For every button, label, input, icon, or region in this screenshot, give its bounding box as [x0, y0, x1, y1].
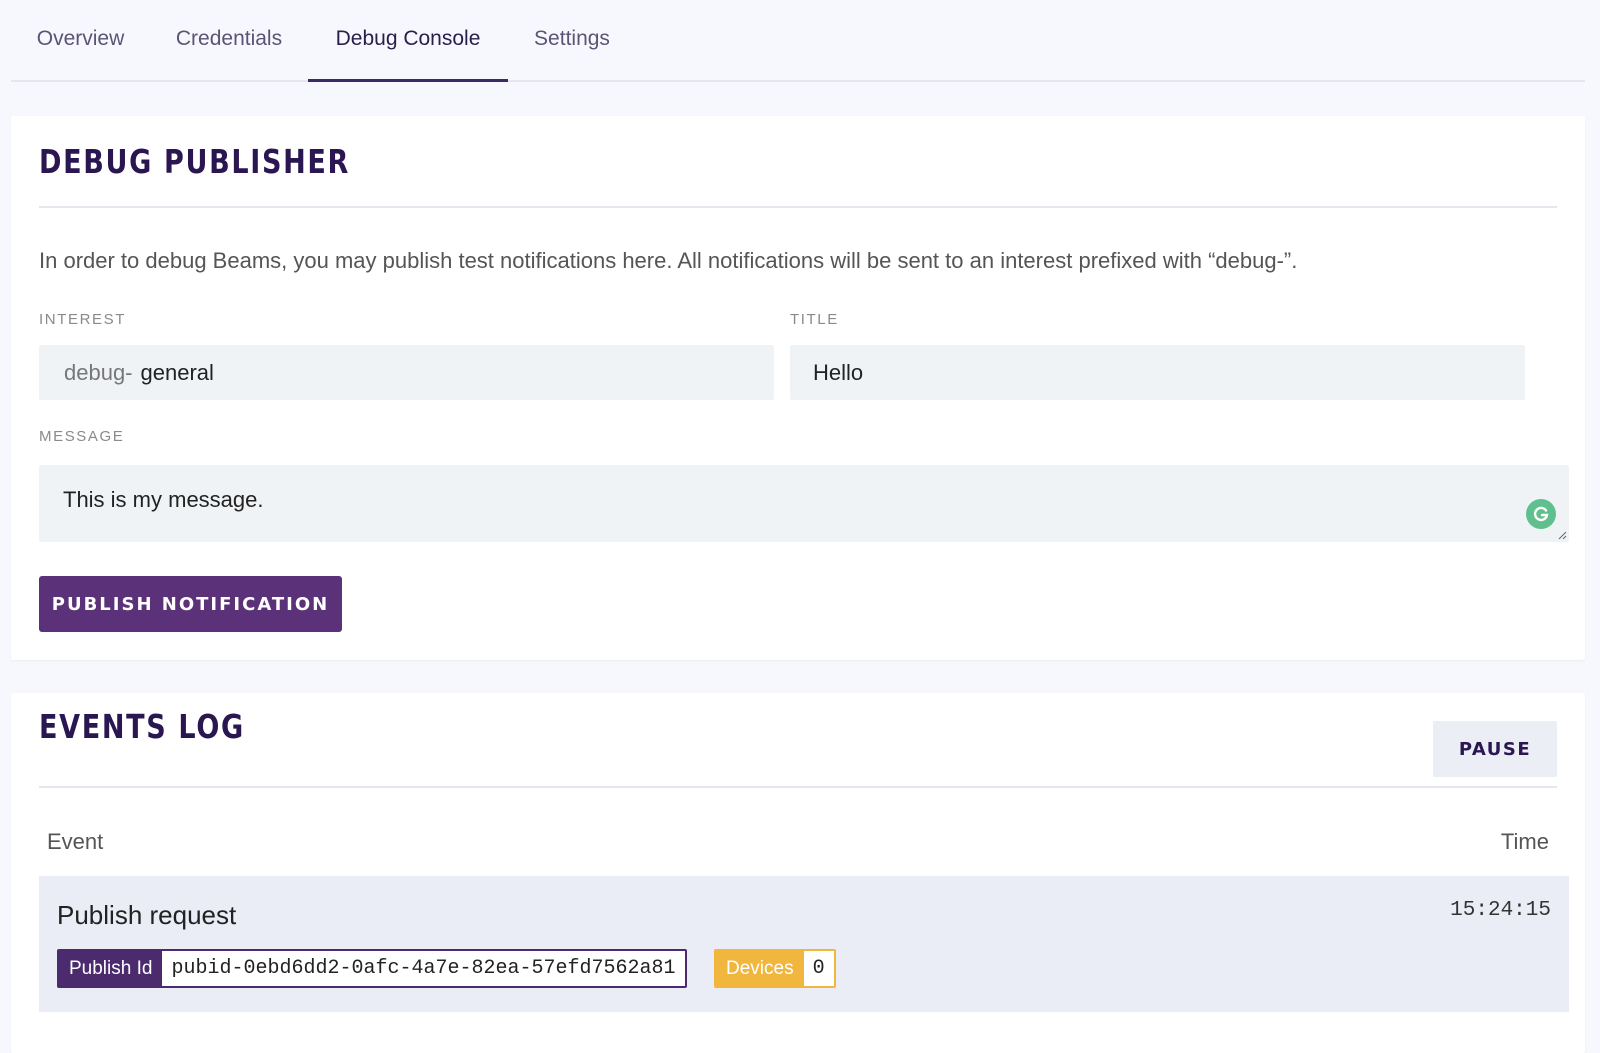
tab-bar: Overview Credentials Debug Console Setti…: [11, 0, 1585, 82]
divider: [39, 786, 1557, 788]
devices-badge: Devices 0: [714, 949, 836, 988]
message-textarea[interactable]: This is my message.: [39, 465, 1569, 542]
event-time: 15:24:15: [1450, 899, 1551, 922]
grammarly-icon[interactable]: [1526, 499, 1556, 529]
event-name: Publish request: [57, 900, 237, 930]
tab-credentials[interactable]: Credentials: [150, 0, 308, 80]
grammarly-glyph: [1533, 506, 1549, 522]
title-input[interactable]: Hello: [790, 345, 1525, 400]
events-log-card: EVENTS LOG PAUSE Event Time Publish requ…: [11, 693, 1585, 1053]
devices-label: Devices: [716, 951, 804, 986]
publish-id-badge: Publish Id pubid-0ebd6dd2-0afc-4a7e-82ea…: [57, 949, 687, 988]
divider: [39, 206, 1557, 208]
interest-input[interactable]: debug- general: [39, 345, 774, 400]
interest-prefix: debug-: [64, 359, 133, 385]
event-row: Publish request 15:24:15 Publish Id pubi…: [39, 876, 1569, 1012]
tab-settings[interactable]: Settings: [508, 0, 636, 80]
message-value: This is my message.: [63, 487, 264, 512]
publish-notification-button[interactable]: PUBLISH NOTIFICATION: [39, 576, 342, 632]
interest-value: general: [140, 359, 214, 385]
publish-id-label: Publish Id: [59, 951, 163, 986]
debug-publisher-title: DEBUG PUBLISHER: [39, 142, 350, 181]
pause-button[interactable]: PAUSE: [1433, 721, 1557, 777]
publisher-description: In order to debug Beams, you may publish…: [39, 248, 1298, 273]
resize-handle-icon[interactable]: [1557, 530, 1567, 540]
events-log-title: EVENTS LOG: [39, 707, 245, 746]
interest-label: INTEREST: [39, 311, 126, 328]
tab-overview[interactable]: Overview: [11, 0, 150, 80]
title-label: TITLE: [790, 311, 839, 328]
title-value: Hello: [813, 359, 864, 385]
column-header-time: Time: [1500, 829, 1549, 854]
debug-publisher-card: DEBUG PUBLISHER In order to debug Beams,…: [11, 116, 1585, 660]
devices-count: 0: [803, 951, 834, 986]
column-header-event: Event: [47, 829, 104, 854]
tab-debug-console[interactable]: Debug Console: [308, 0, 508, 82]
publish-id-value: pubid-0ebd6dd2-0afc-4a7e-82ea-57efd7562a…: [162, 951, 685, 986]
message-label: MESSAGE: [39, 428, 125, 445]
